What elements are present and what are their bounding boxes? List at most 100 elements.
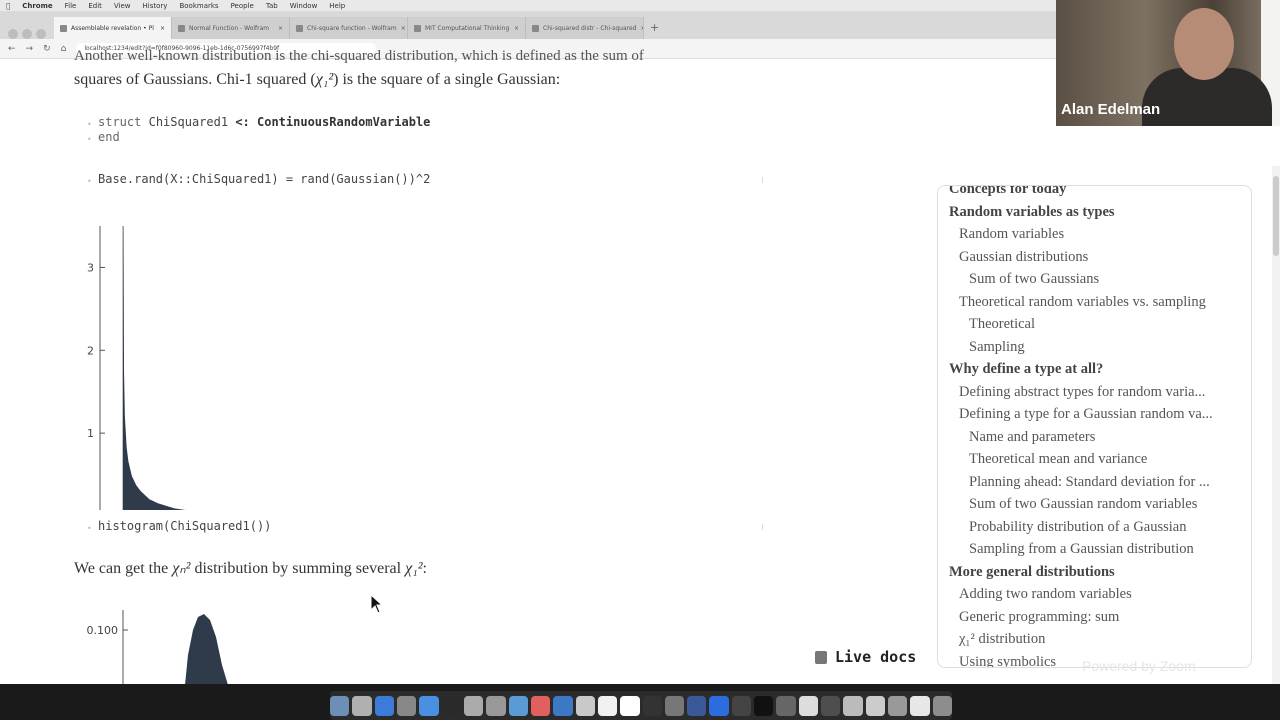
toc-item[interactable]: Generic programming: sum xyxy=(938,606,1251,629)
intro-text-line1: Another well-known distribution is the c… xyxy=(74,48,644,64)
close-tab-icon[interactable]: × xyxy=(640,25,643,32)
close-tab-icon[interactable]: × xyxy=(514,25,519,32)
y-tick-label: 3 xyxy=(87,261,94,274)
y-tick-label: 0.100 xyxy=(87,624,119,637)
toc-item[interactable]: Sampling xyxy=(938,336,1251,359)
intro-text-a: squares of Gaussians. Chi-1 squared ( xyxy=(74,71,316,88)
dock-app-icon[interactable] xyxy=(530,695,551,716)
cell-dot[interactable]: • xyxy=(87,120,92,129)
menubar-item[interactable]: View xyxy=(114,2,131,10)
dock-app-icon[interactable] xyxy=(419,695,439,716)
browser-tab[interactable]: MIT Computational Thinking × xyxy=(408,17,526,39)
close-window-icon[interactable] xyxy=(8,29,18,39)
menubar-item[interactable]: Tab xyxy=(266,2,278,10)
menubar-item[interactable]: Chrome xyxy=(22,2,52,10)
toc-item[interactable]: Defining a type for a Gaussian random va… xyxy=(938,403,1251,426)
toc-item[interactable]: χ₁² distribution xyxy=(938,628,1251,651)
toc-item[interactable]: Random variables as types xyxy=(938,201,1251,224)
dock-app-icon[interactable] xyxy=(798,695,819,716)
dock-app-icon[interactable] xyxy=(329,695,350,716)
close-tab-icon[interactable]: × xyxy=(401,25,406,32)
dock-app-icon[interactable] xyxy=(553,695,573,716)
tab-label: Chi-squared distr - Chi-squared xyxy=(543,24,637,32)
browser-tab[interactable]: Chi-square function - Wolfram × xyxy=(290,17,408,39)
toc-item[interactable]: More general distributions xyxy=(938,561,1251,584)
toc-item[interactable]: Sampling from a Gaussian distribution xyxy=(938,538,1251,561)
dock-app-icon[interactable] xyxy=(575,695,595,716)
toc-item[interactable]: Probability distribution of a Gaussian xyxy=(938,516,1251,539)
cell-right-marker xyxy=(762,177,763,183)
close-tab-icon[interactable]: × xyxy=(160,25,165,32)
code-cell-histogram[interactable]: histogram(ChiSquared1()) xyxy=(98,519,271,534)
zoom-window-icon[interactable] xyxy=(36,29,46,39)
dock-app-icon[interactable] xyxy=(821,695,841,716)
toc-item[interactable]: Theoretical random variables vs. samplin… xyxy=(938,291,1251,314)
apple-icon[interactable]:  xyxy=(6,2,10,10)
dock-app-icon[interactable] xyxy=(709,695,729,716)
cell-dot[interactable]: • xyxy=(87,177,92,186)
cell-dot[interactable]: • xyxy=(87,135,92,144)
dock-app-icon[interactable] xyxy=(731,695,752,716)
dock-app-icon[interactable] xyxy=(865,695,886,716)
new-tab-icon[interactable]: + xyxy=(650,17,659,39)
menubar-item[interactable]: Help xyxy=(329,2,345,10)
toc-item[interactable]: Theoretical xyxy=(938,313,1251,336)
toc-item[interactable]: Planning ahead: Standard deviation for .… xyxy=(938,471,1251,494)
dock-app-icon[interactable] xyxy=(396,695,417,716)
dock-app-icon[interactable] xyxy=(776,695,796,716)
dock-app-icon[interactable] xyxy=(486,695,506,716)
tab-label: Assemblable revelation • Pl xyxy=(71,24,154,32)
browser-tab[interactable]: Chi-squared distr - Chi-squared× xyxy=(526,17,644,39)
toc-item[interactable]: Concepts for today xyxy=(938,186,1251,201)
toc-item[interactable]: Random variables xyxy=(938,223,1251,246)
menubar-item[interactable]: Bookmarks xyxy=(179,2,218,10)
live-docs-button[interactable]: Live docs xyxy=(815,648,916,666)
tab-label: Chi-square function - Wolfram xyxy=(307,24,397,32)
dock-app-icon[interactable] xyxy=(910,695,930,716)
scrollbar-thumb[interactable] xyxy=(1273,176,1279,256)
favicon-icon xyxy=(414,24,421,32)
chart-area-marks xyxy=(122,225,186,510)
toc-item[interactable]: Defining abstract types for random varia… xyxy=(938,381,1251,404)
close-tab-icon[interactable]: × xyxy=(278,25,283,32)
menubar-item[interactable]: People xyxy=(231,2,254,10)
menubar-item[interactable]: Edit xyxy=(88,2,102,10)
minimize-window-icon[interactable] xyxy=(22,29,32,39)
dock-app-icon[interactable] xyxy=(597,695,618,716)
dock-app-icon[interactable] xyxy=(463,695,484,716)
dock-app-icon[interactable] xyxy=(843,695,863,716)
dock-app-icon[interactable] xyxy=(754,695,774,716)
dock-app-icon[interactable] xyxy=(374,695,394,716)
toc-item[interactable]: Adding two random variables xyxy=(938,583,1251,606)
dock-app-icon[interactable] xyxy=(687,695,707,716)
menubar-item[interactable]: Window xyxy=(290,2,318,10)
mouse-cursor-icon xyxy=(370,594,384,614)
tab-label: MIT Computational Thinking xyxy=(425,24,510,32)
dock-app-icon[interactable] xyxy=(642,695,662,716)
toc-item[interactable]: Name and parameters xyxy=(938,426,1251,449)
code-supertype: ContinuousRandomVariable xyxy=(257,115,431,129)
code-cell-rand[interactable]: Base.rand(X::ChiSquared1) = rand(Gaussia… xyxy=(98,172,430,187)
toc-item[interactable]: Theoretical mean and variance xyxy=(938,448,1251,471)
dock-app-icon[interactable] xyxy=(620,695,640,716)
chi-squared-n-histogram: 0.100 xyxy=(87,610,228,684)
browser-tab[interactable]: Assemblable revelation • Pl × xyxy=(54,17,172,39)
dock-app-icon[interactable] xyxy=(441,695,461,716)
chart-axes xyxy=(99,226,101,510)
browser-tab[interactable]: Normal Function - Wolfram × xyxy=(172,17,290,39)
toc-item[interactable]: Sum of two Gaussian random variables xyxy=(938,493,1251,516)
dock-app-icon[interactable] xyxy=(932,695,953,716)
toc-item[interactable]: Sum of two Gaussians xyxy=(938,268,1251,291)
toc-item[interactable]: Why define a type at all? xyxy=(938,358,1251,381)
page-scrollbar[interactable] xyxy=(1272,166,1280,684)
menubar-item[interactable]: History xyxy=(143,2,168,10)
dock-app-icon[interactable] xyxy=(664,695,685,716)
cell-dot[interactable]: • xyxy=(87,524,92,533)
menubar-item[interactable]: File xyxy=(65,2,77,10)
dock-app-icon[interactable] xyxy=(888,695,908,716)
toc-item[interactable]: Gaussian distributions xyxy=(938,246,1251,269)
intro-text-line2: squares of Gaussians. Chi-1 squared (χ₁²… xyxy=(74,71,560,89)
dock-app-icon[interactable] xyxy=(508,695,528,716)
code-cell-struct[interactable]: struct ChiSquared1 <: ContinuousRandomVa… xyxy=(98,115,430,145)
dock-app-icon[interactable] xyxy=(352,695,372,716)
